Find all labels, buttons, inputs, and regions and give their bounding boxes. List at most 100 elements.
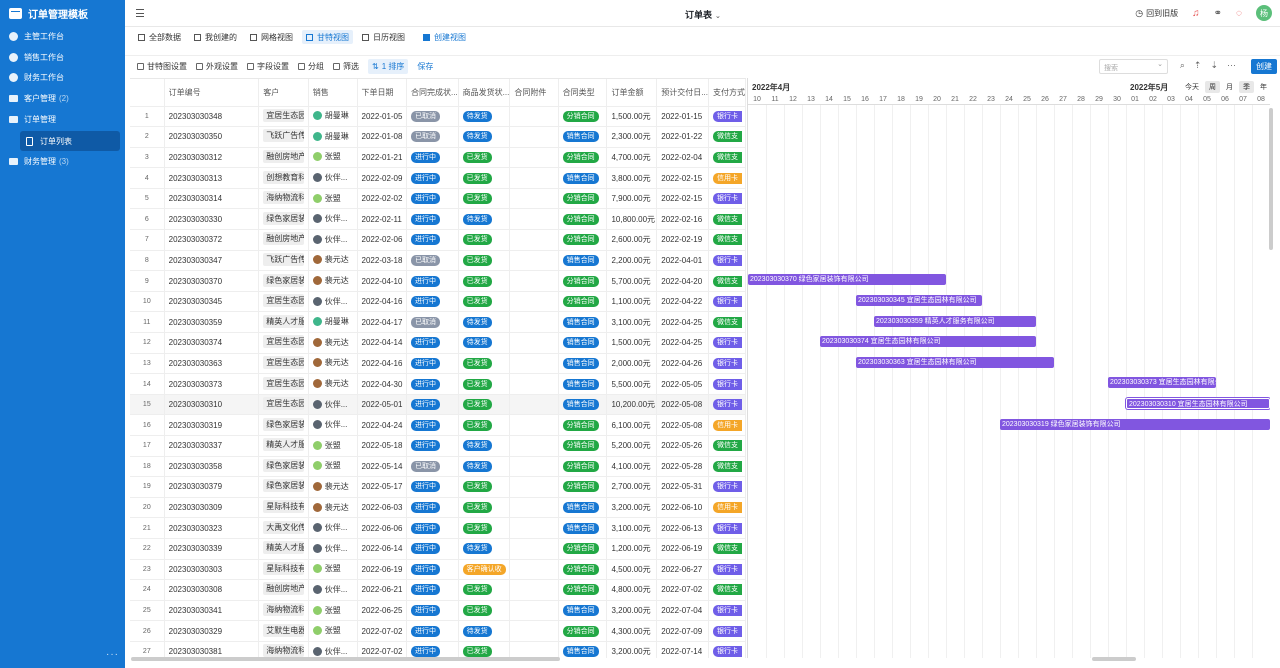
column-header[interactable]: 支付方式 — [708, 79, 746, 107]
table-cell: 2,700.00元 — [606, 476, 658, 498]
column-header[interactable] — [130, 79, 165, 107]
gantt-scale-1[interactable]: 周 — [1205, 81, 1220, 93]
download-icon[interactable]: ⇣ — [1210, 60, 1218, 71]
gantt-scale-2[interactable]: 月 — [1222, 81, 1237, 93]
table-row[interactable]: 12 202303030374 宜居生态园林 裴元达 2022-04-14 进行中 待发货 销… — [130, 332, 746, 354]
gantt-bar[interactable]: 202303030345 宜居生态园林有限公司 — [856, 294, 982, 306]
table-row[interactable]: 7 202303030372 融创房地产开 伙伴... 2022-02-06 进行中 已发货… — [130, 229, 746, 251]
gantt-bar[interactable]: 202303030370 绿色家居装饰有限公司 — [748, 274, 946, 286]
table-cell: 待发货 — [458, 126, 511, 148]
sidebar-item[interactable]: 主管工作台 — [0, 27, 125, 47]
search-icon[interactable]: ⌕ — [1180, 60, 1185, 71]
tab-5[interactable]: 创建视图 — [419, 30, 470, 44]
column-header[interactable]: 合同类型 — [558, 79, 608, 107]
table-cell: 分销合同 — [558, 106, 608, 128]
table-row[interactable]: 9 202303030370 绿色家居装饰 裴元达 2022-04-10 进行中 已发货 分销… — [130, 270, 746, 292]
sidebar-item[interactable]: 财务工作台 — [0, 68, 125, 88]
gantt-scale-3[interactable]: 季 — [1239, 81, 1254, 93]
table-row[interactable]: 11 202303030359 精英人才服务 胡曼琳 2022-04-17 已取消 待发货 销… — [130, 311, 746, 334]
gantt-bar[interactable]: 202303030310 宜居生态园林有限公司 — [1126, 397, 1270, 409]
table-row[interactable]: 8 202303030347 飞跃广告传媒 裴元达 2022-03-18 已取消 已发货 销售… — [130, 250, 746, 272]
avatar — [312, 481, 322, 491]
gantt-bar[interactable]: 202303030374 宜居生态园林有限公司 — [820, 336, 1036, 348]
column-header[interactable]: 预计交付日... — [656, 79, 709, 107]
table-cell: 2022-05-08 — [656, 394, 709, 416]
tab-3[interactable]: 甘特视图 — [302, 30, 353, 44]
more-icon[interactable]: ··· — [106, 649, 119, 660]
gantt-bar[interactable]: 202303030363 宜居生态园林有限公司 — [856, 356, 1054, 368]
tab-0[interactable]: 全部数据 — [134, 30, 185, 44]
table-row[interactable]: 14 202303030373 宜居生态园林 裴元达 2022-04-30 进行中 已发货 销… — [130, 373, 746, 395]
table-row[interactable]: 10 202303030345 宜居生态园林 伙伴... 2022-04-16 进行中 已发… — [130, 291, 746, 313]
column-header[interactable]: 订单金额 — [606, 79, 658, 107]
table-row[interactable]: 22 202303030339 精英人才服务 伙伴... 2022-06-14 进行中 待发… — [130, 538, 746, 560]
cell-text: 3,800.00元 — [611, 173, 651, 183]
table-row[interactable]: 13 202303030363 宜居生态园林 裴元达 2022-04-16 进行中 已发货 销… — [130, 353, 746, 375]
page-title[interactable]: 订单表 ⌄ — [685, 8, 721, 21]
sort-button[interactable]: ⇅ 1 排序 — [368, 59, 409, 74]
table-row[interactable]: 5 202303030314 海纳物流科技 张盟 2022-02-02 进行中 已发货 分销合… — [130, 188, 746, 210]
share-icon[interactable]: ⚭ — [1214, 8, 1222, 19]
table-row[interactable]: 4 202303030313 创想教育科技 伙伴... 2022-02-09 进行中 已发货… — [130, 167, 746, 189]
column-header[interactable]: 客户 — [258, 79, 309, 107]
create-button[interactable]: 创建 — [1251, 59, 1277, 74]
column-header[interactable]: 合同完成状... — [406, 79, 459, 107]
gantt-bar[interactable]: 202303030359 精英人才服务有限公司 — [874, 315, 1036, 327]
save-button[interactable]: 保存 — [417, 61, 433, 72]
toolbar-item-3[interactable]: 分组 — [298, 61, 324, 72]
sidebar-item[interactable]: 客户管理 (2) — [0, 88, 125, 108]
sidebar-item[interactable]: 财务管理 (3) — [0, 152, 125, 172]
back-old-version-button[interactable]: 回到旧版 — [1135, 8, 1178, 19]
gantt-scale-0[interactable]: 今天 — [1181, 81, 1203, 93]
column-header[interactable]: 销售 — [308, 79, 358, 107]
bell-icon[interactable]: ♫ — [1192, 8, 1200, 19]
cell-text: 10 — [142, 298, 151, 306]
column-header[interactable]: 订单编号 — [164, 79, 260, 107]
toolbar-item-1[interactable]: 外观设置 — [196, 61, 238, 72]
toolbar-item-2[interactable]: 字段设置 — [247, 61, 289, 72]
table-row[interactable]: 15 202303030310 宜居生态园林 伙伴... 2022-05-01 进行中 已发… — [130, 394, 746, 416]
column-header[interactable]: 合同附件 — [509, 79, 559, 107]
table-row[interactable]: 3 202303030312 融创房地产开 张盟 2022-01-21 进行中 已发货 分销合… — [130, 147, 746, 169]
column-header[interactable]: 商品发货状... — [458, 79, 511, 107]
table-row[interactable]: 16 202303030319 绿色家居装饰 伙伴... 2022-04-24 进行中 已发… — [130, 414, 746, 436]
gantt-bar[interactable]: 202303030319 绿色家居装饰有限公司 — [1000, 418, 1270, 430]
table-row[interactable]: 26 202303030329 艾默生电器有 张盟 2022-07-02 进行中 待发货 分销… — [130, 620, 746, 642]
table-row[interactable]: 21 202303030323 大禹文化传媒 伙伴... 2022-06-06 进行中 已发… — [130, 517, 746, 539]
vertical-scrollbar[interactable] — [1269, 108, 1273, 250]
tab-2[interactable]: 网格视图 — [246, 30, 297, 44]
sidebar-item[interactable]: 销售工作台 — [0, 47, 125, 67]
menu-icon[interactable] — [136, 9, 144, 17]
gantt-scrollbar[interactable] — [1092, 657, 1136, 661]
search-input[interactable]: 搜索 — [1099, 59, 1168, 74]
sidebar-item[interactable]: 订单列表 — [20, 131, 120, 151]
gantt-bar[interactable]: 202303030373 宜居生态园林有限公司 — [1108, 377, 1216, 389]
table-row[interactable]: 1 202303030348 宜居生态园林 胡曼琳 2022-01-05 已取消 待发货 分销… — [130, 106, 746, 128]
avatar[interactable]: 杨 — [1256, 5, 1272, 21]
horizontal-scrollbar[interactable] — [131, 657, 560, 661]
table-row[interactable]: 2 202303030350 飞跃广告传媒 胡曼琳 2022-01-08 已取消 待发货 销售… — [130, 126, 746, 148]
help-icon[interactable]: ◌ — [1236, 8, 1242, 19]
table-row[interactable]: 6 202303030330 绿色家居装饰 伙伴... 2022-02-11 进行中 待发货… — [130, 208, 746, 231]
table-row[interactable]: 19 202303030379 绿色家居装饰 裴元达 2022-05-17 进行中 已发货 分… — [130, 476, 746, 498]
table-row[interactable]: 20 202303030309 星际科技有限 裴元达 2022-06-03 进行中 已发货 销… — [130, 497, 746, 519]
table-row[interactable]: 25 202303030341 海纳物流科技 张盟 2022-06-25 进行中 已发货 销售… — [130, 600, 746, 622]
toolbar-item-0[interactable]: 甘特图设置 — [137, 61, 187, 72]
gantt-day: 14 — [825, 96, 833, 103]
tab-1[interactable]: 我创建的 — [190, 30, 241, 44]
table-row[interactable]: 24 202303030308 融创房地产开 伙伴... 2022-06-21 进行中 已发… — [130, 579, 746, 601]
table-row[interactable]: 27 202303030381 海纳物流科技 伙伴... 2022-07-02 进行中 已发… — [130, 641, 746, 658]
more-options-icon[interactable]: ··· — [1227, 60, 1236, 71]
sales-name: 裴元达 — [324, 255, 349, 265]
column-header[interactable]: 下单日期 — [357, 79, 408, 107]
table-row[interactable]: 18 202303030358 绿色家居装饰 张盟 2022-05-14 已取消 待发货 分销… — [130, 456, 746, 478]
upload-icon[interactable]: ⇡ — [1194, 60, 1202, 71]
tab-4[interactable]: 日历视图 — [358, 30, 409, 44]
gantt-day: 04 — [1185, 96, 1193, 103]
gantt-scale-4[interactable]: 年 — [1256, 81, 1270, 93]
table-row[interactable]: 23 202303030303 星际科技有限 张盟 2022-06-19 进行中 客户确认收… — [130, 559, 746, 581]
table-cell: 26 — [130, 620, 165, 642]
sidebar-item[interactable]: 订单管理 — [0, 109, 125, 129]
toolbar-item-4[interactable]: 筛选 — [333, 61, 359, 72]
table-row[interactable]: 17 202303030337 精英人才服务 张盟 2022-05-18 进行中 待发货 分销… — [130, 435, 746, 457]
